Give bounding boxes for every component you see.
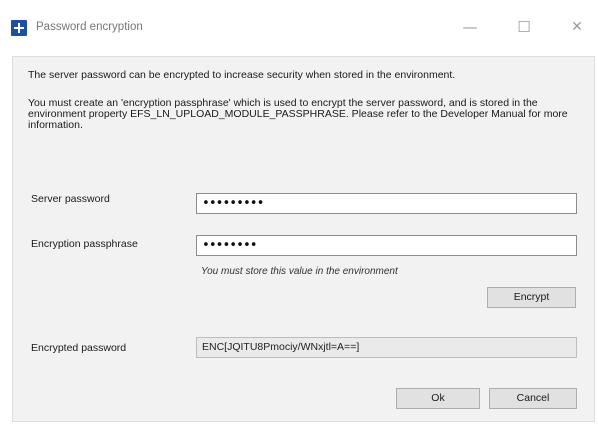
password-encryption-dialog: Password encryption — ☐ ✕ The server pas… [0, 0, 598, 430]
passphrase-label: Encryption passphrase [31, 238, 138, 250]
cancel-button[interactable]: Cancel [489, 388, 577, 409]
encrypt-button[interactable]: Encrypt [487, 287, 576, 308]
close-button[interactable]: ✕ [562, 14, 592, 40]
ok-button[interactable]: Ok [396, 388, 480, 409]
server-password-input[interactable]: ••••••••• [196, 193, 577, 214]
server-password-label: Server password [31, 193, 110, 205]
app-icon [11, 20, 27, 36]
minimize-button[interactable]: — [455, 14, 485, 40]
title-bar: Password encryption — ☐ ✕ [0, 0, 598, 44]
maximize-button[interactable]: ☐ [509, 14, 539, 40]
passphrase-note: You must store this value in the environ… [201, 266, 398, 277]
encrypted-password-field[interactable]: ENC[JQITU8Pmociy/WNxjtl=A==] [196, 337, 577, 358]
window-title: Password encryption [36, 21, 143, 33]
intro-text-1: The server password can be encrypted to … [28, 69, 456, 81]
passphrase-input[interactable]: •••••••• [196, 235, 577, 256]
encrypted-password-label: Encrypted password [31, 342, 127, 354]
intro-text-2: You must create an 'encryption passphras… [28, 97, 568, 131]
